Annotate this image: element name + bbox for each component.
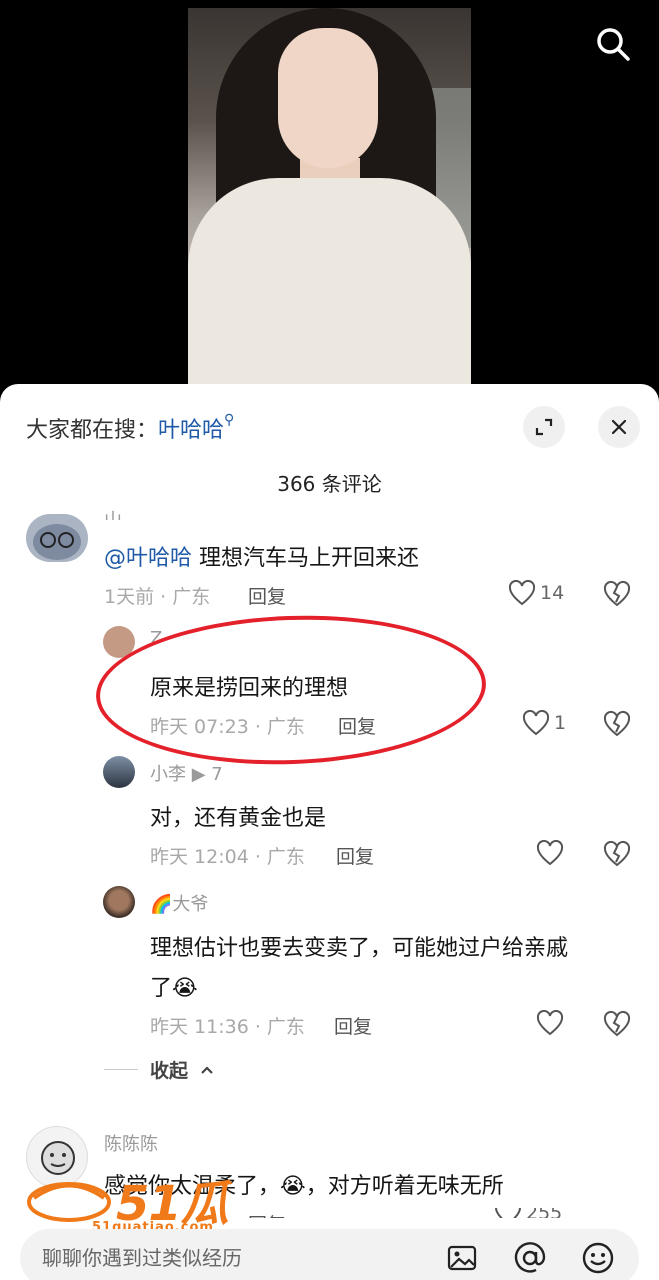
comment-author[interactable]: Z <box>150 628 162 642</box>
like-button[interactable]: 1 <box>522 710 566 736</box>
reply-button[interactable]: 回复 <box>248 1210 286 1218</box>
avatar[interactable] <box>103 626 135 658</box>
like-button[interactable]: 255 <box>494 1208 562 1218</box>
comment-text: 原来是捞回来的理想 <box>150 676 349 701</box>
comment-text: 感觉你太温柔了，😭，对方听着无味无所 <box>104 1174 504 1199</box>
collapse-replies-button[interactable]: 收起 <box>104 1056 214 1083</box>
comment-text: 理想估计也要去变卖了，可能她过户给亲戚 <box>150 936 569 961</box>
expand-button[interactable] <box>523 406 565 448</box>
avatar[interactable] <box>103 756 135 788</box>
heart-icon <box>508 580 536 606</box>
comment-text-continued: 了😭 <box>150 976 198 1001</box>
comment-meta: 昨天 07:23 · 广东 <box>150 716 305 738</box>
video-player[interactable] <box>0 0 659 400</box>
search-suggestion[interactable]: 大家都在搜：叶哈哈⚲ <box>26 412 234 444</box>
heart-icon <box>522 710 550 736</box>
meme-avatar-icon <box>41 1141 75 1175</box>
comment-author[interactable]: 🌈大爷 <box>150 890 208 916</box>
like-button[interactable] <box>536 1010 564 1036</box>
screen: 大家都在搜：叶哈哈⚲ 366 条评论 @叶哈哈 理想汽车马上开回来还 1天前 ·… <box>0 0 659 1280</box>
cat-avatar-icon <box>33 524 81 560</box>
avatar[interactable] <box>26 514 88 562</box>
comment-author[interactable]: 小李 ▶ 7 <box>150 760 223 786</box>
search-icon[interactable] <box>593 24 633 64</box>
heart-icon <box>536 1010 564 1036</box>
comment-meta: 昨天 11:36 · 广东 <box>150 1016 305 1038</box>
search-small-icon: ⚲ <box>224 412 235 428</box>
image-icon[interactable] <box>444 1240 480 1276</box>
broken-heart-icon[interactable] <box>602 840 632 868</box>
reply-button[interactable]: 回复 <box>248 582 286 609</box>
comment-text: @叶哈哈 理想汽车马上开回来还 <box>104 546 420 571</box>
video-frame <box>188 8 471 384</box>
like-count: 255 <box>526 1208 562 1218</box>
broken-heart-icon[interactable] <box>602 710 632 738</box>
broken-heart-icon[interactable] <box>602 1010 632 1038</box>
like-count: 14 <box>540 582 565 604</box>
expand-icon <box>535 418 553 436</box>
comment-meta: 昨天 12:04 · 广东 <box>150 846 305 868</box>
search-keyword[interactable]: 叶哈哈 <box>158 418 224 443</box>
avatar[interactable] <box>26 1126 88 1188</box>
like-button[interactable]: 14 <box>508 580 564 606</box>
emoji-icon[interactable] <box>580 1240 616 1276</box>
comment-text: 对，还有黄金也是 <box>150 806 327 831</box>
sheet-header: 大家都在搜：叶哈哈⚲ 366 条评论 <box>0 384 659 496</box>
comment-sheet: 大家都在搜：叶哈哈⚲ 366 条评论 @叶哈哈 理想汽车马上开回来还 1天前 ·… <box>0 384 659 1280</box>
reply-button[interactable]: 回复 <box>334 1012 372 1039</box>
close-button[interactable] <box>598 406 640 448</box>
broken-heart-icon[interactable] <box>602 580 632 608</box>
close-icon <box>611 419 627 435</box>
comment-input[interactable] <box>42 1241 422 1275</box>
comment-meta: 1天前 · 广东 <box>104 586 211 608</box>
like-button[interactable] <box>536 840 564 866</box>
comment-count: 366 条评论 <box>277 472 382 496</box>
comment-author[interactable]: 山 <box>104 506 122 520</box>
reply-button[interactable]: 回复 <box>336 842 374 869</box>
comment-input-bar <box>20 1229 639 1280</box>
avatar[interactable] <box>103 886 135 918</box>
chevron-up-icon <box>201 1065 213 1074</box>
heart-icon <box>536 840 564 866</box>
like-count: 1 <box>554 712 567 734</box>
mention-link[interactable]: @叶哈哈 <box>104 546 192 571</box>
comment-author[interactable]: 陈陈陈 <box>104 1130 158 1156</box>
at-mention-icon[interactable] <box>512 1240 548 1276</box>
reply-button[interactable]: 回复 <box>338 712 376 739</box>
heart-icon <box>495 1208 521 1218</box>
